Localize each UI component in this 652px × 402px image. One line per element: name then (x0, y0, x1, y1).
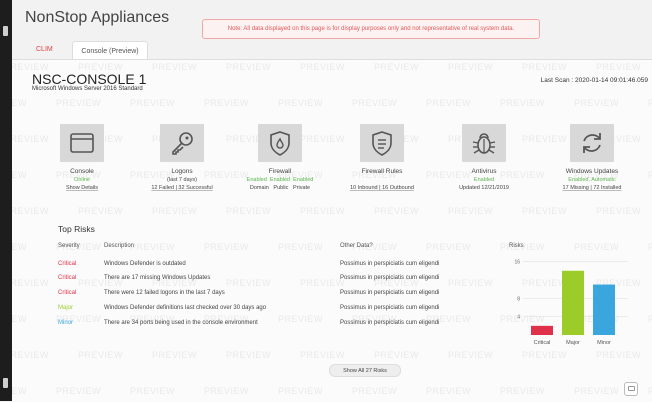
risk-other: Possimus in perspiciatis cum eligendi (340, 261, 440, 267)
left-edge-bar (0, 0, 12, 401)
card-label: Antivirus (471, 168, 497, 175)
tab-clim[interactable]: CLIM (36, 46, 53, 53)
logons-summary-link[interactable]: 12 Failed | 32 Successful (151, 185, 212, 191)
severity-critical: Critical (58, 261, 77, 267)
rules-summary-link[interactable]: 10 Inbound | 16 Outbound (350, 185, 414, 191)
console-os: Microsoft Windows Server 2016 Standard (32, 86, 143, 92)
card-firewall: Firewall Enabled Enabled Enabled Domain … (230, 120, 330, 191)
card-label: Console (70, 168, 94, 175)
card-console: Console Online Show Details (32, 120, 132, 191)
top-risks-title: Top Risks (58, 224, 95, 234)
tab-bar: CLIM Console (Preview) (12, 38, 652, 60)
domain-status: Enabled (246, 177, 267, 183)
x-tick-label: Minor (597, 340, 611, 346)
risk-description: Windows Defender is outdated (104, 261, 186, 267)
risks-bar-chart: 4 8 16 Critical Major Minor (514, 260, 628, 346)
table-row[interactable]: Minor There are 34 ports being used in t… (58, 320, 478, 334)
watermark-row: PREVIEW PREVIEW PREVIEW PREVIEW PREVIEW … (12, 98, 652, 108)
card-antivirus: Antivirus Enabled Updated 12/21/2019 (434, 120, 534, 191)
show-all-risks-button[interactable]: Show All 27 Risks (329, 364, 401, 377)
last-scan-time: Last Scan : 2020-01-14 09:01:46.059 (540, 77, 648, 84)
risk-other: Possimus in perspiciatis cum eligendi (340, 290, 440, 296)
y-tick-label: 8 (517, 296, 520, 302)
private-status: Enabled (293, 177, 314, 183)
updates-summary-link[interactable]: 17 Missing | 72 Installed (563, 185, 622, 191)
bug-icon (462, 124, 506, 162)
antivirus-status: Enabled (473, 177, 495, 183)
sync-icon (570, 124, 614, 162)
edge-marker (3, 378, 8, 388)
shield-list-icon (360, 124, 404, 162)
table-row[interactable]: Critical There were 12 failed logons in … (58, 290, 478, 304)
severity-critical: Critical (58, 275, 77, 281)
risks-chart: Risks 4 8 16 Critical Major Minor (509, 243, 634, 353)
risk-description: There are 34 ports being used in the con… (104, 320, 258, 326)
card-windows-updates: Windows Updates Enabled, Automatic 17 Mi… (542, 120, 642, 191)
risk-description: There were 12 failed logons in the last … (104, 290, 225, 296)
public-label: Public (273, 185, 289, 192)
y-tick-label: 16 (514, 260, 520, 266)
tab-console-preview[interactable]: Console (Preview) (72, 41, 148, 60)
severity-major: Major (58, 305, 74, 311)
app-header: NonStop Appliances Note: All data displa… (12, 0, 652, 39)
risk-other: Possimus in perspiciatis cum eligendi (340, 275, 440, 281)
severity-minor: Minor (58, 320, 74, 326)
table-row[interactable]: Critical Windows Defender is outdated Po… (58, 261, 478, 275)
updates-status: Enabled, Automatic (568, 177, 616, 183)
severity-critical: Critical (58, 290, 77, 296)
firewall-rules-sub (332, 177, 432, 183)
app-title: NonStop Appliances (25, 9, 170, 26)
y-tick-label: 4 (517, 315, 520, 321)
x-tick-label: Critical (534, 340, 551, 346)
console-status: Online (74, 177, 90, 183)
header-other: Other Data? (340, 243, 373, 249)
console-panel: PREVIEW PREVIEW PREVIEW PREVIEW PREVIEW … (12, 59, 652, 402)
domain-label: Domain (249, 185, 269, 192)
card-label: Windows Updates (565, 168, 619, 175)
bar-critical[interactable] (531, 325, 553, 335)
key-icon (160, 124, 204, 162)
demo-notice-banner: Note: All data displayed on this page is… (202, 19, 540, 39)
private-label: Private (293, 185, 311, 192)
table-row[interactable]: Critical There are 17 missing Windows Up… (58, 275, 478, 289)
x-tick-label: Major (566, 340, 580, 346)
console-name: NSC-CONSOLE 1 (32, 71, 147, 87)
chart-title: Risks (509, 243, 524, 249)
public-status: Enabled (269, 177, 291, 183)
card-label: Firewall Rules (361, 168, 403, 175)
bar-minor[interactable] (593, 284, 615, 335)
edge-marker (3, 26, 8, 36)
header-description: Description (104, 243, 135, 249)
risk-other: Possimus in perspiciatis cum eligendi (340, 320, 440, 326)
risk-description: There are 17 missing Windows Updates (104, 275, 211, 281)
bar-major[interactable] (562, 270, 584, 335)
antivirus-updated: Updated 12/21/2019 (459, 185, 509, 192)
risk-description: Windows Defender definitions last checke… (104, 305, 267, 311)
chat-icon[interactable] (624, 382, 638, 396)
card-firewall-rules: Firewall Rules 10 Inbound | 16 Outbound (332, 120, 432, 191)
header-severity: Severity (58, 243, 80, 249)
card-logons: Logons (last 7 days) 12 Failed | 32 Succ… (132, 120, 232, 191)
firewall-icon (258, 124, 302, 162)
risk-other: Possimus in perspiciatis cum eligendi (340, 305, 440, 311)
table-row[interactable]: Major Windows Defender definitions last … (58, 305, 478, 319)
show-details-link[interactable]: Show Details (66, 185, 98, 191)
card-label: Logons (171, 168, 193, 175)
status-cards: Console Online Show Details Logons (last… (12, 120, 652, 210)
card-label: Firewall (268, 168, 292, 175)
logons-period: (last 7 days) (167, 177, 197, 183)
window-icon (60, 124, 104, 162)
watermark-row: PREVIEW PREVIEW PREVIEW PREVIEW PREVIEW … (12, 386, 652, 396)
